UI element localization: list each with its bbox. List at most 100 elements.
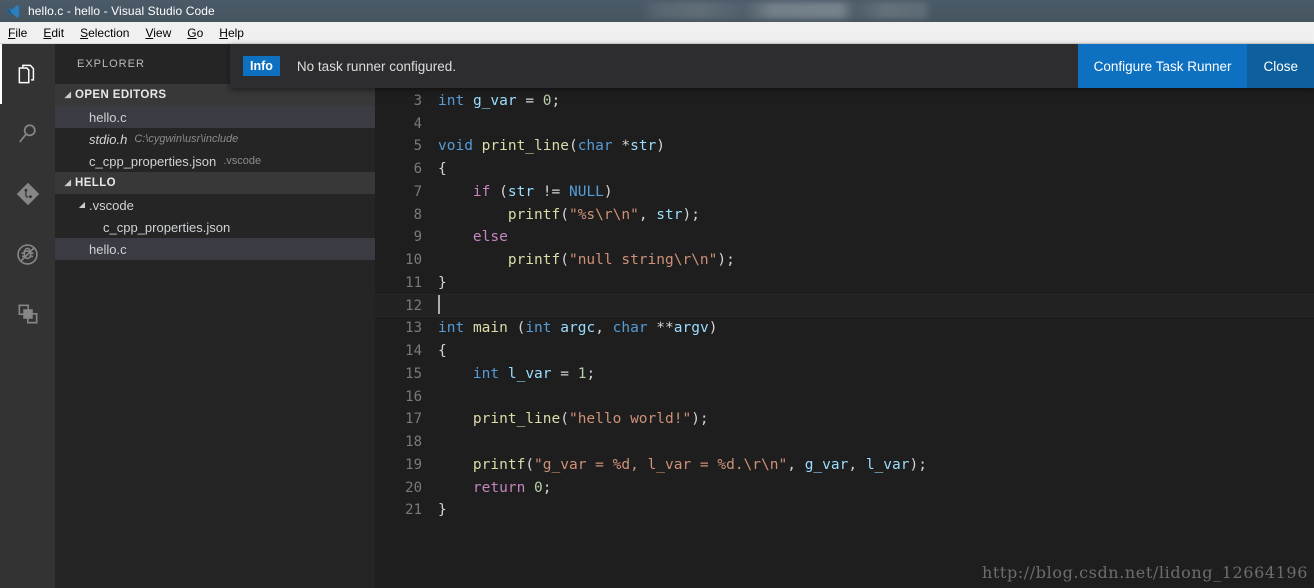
close-button[interactable]: Close xyxy=(1247,44,1314,88)
tree-row-label: c_cpp_properties.json xyxy=(89,153,217,169)
tree-row[interactable]: hello.c xyxy=(55,106,375,128)
line-number: 19 xyxy=(405,456,422,473)
line-number: 17 xyxy=(405,411,422,428)
line-number: 18 xyxy=(405,434,422,451)
tree-row[interactable]: ◢ .vscode xyxy=(55,194,375,216)
code-token: ); xyxy=(909,456,927,473)
code-line: 5 void print_line(char *str) xyxy=(375,135,1314,158)
activity-item-explorer[interactable] xyxy=(0,44,55,104)
line-number: 10 xyxy=(405,252,422,269)
line-number: 14 xyxy=(405,343,422,360)
menu-item-selection[interactable]: Selection xyxy=(72,24,137,42)
activity-item-debug[interactable] xyxy=(0,224,55,284)
line-content: if (str != NULL) xyxy=(438,184,613,200)
code-editor[interactable]: 1#include <stdio.h>23int g_var = 0;45voi… xyxy=(375,44,1314,588)
code-token: , xyxy=(848,456,866,473)
line-number: 21 xyxy=(405,502,422,519)
code-token: ; xyxy=(586,365,596,382)
code-token: { xyxy=(438,343,447,360)
code-token: , xyxy=(595,320,613,337)
tree-row-description: C:\cygwin\usr\include xyxy=(134,133,239,145)
activity-item-extensions[interactable] xyxy=(0,284,55,344)
line-content: printf("g_var = %d, l_var = %d.\r\n", g_… xyxy=(438,457,927,473)
section-label: OPEN EDITORS xyxy=(75,89,167,101)
code-token: int xyxy=(525,320,552,337)
line-content: int g_var = 0; xyxy=(438,93,560,109)
tree-row[interactable]: hello.c xyxy=(55,238,375,260)
code-token: argc xyxy=(560,320,596,337)
code-token: != xyxy=(534,183,569,200)
code-token: ( xyxy=(560,252,569,269)
code-token: { xyxy=(438,161,447,178)
code-token: ) xyxy=(603,183,613,200)
code-token: 0 xyxy=(542,92,552,109)
extensions-icon xyxy=(15,301,41,327)
code-line: 10 printf("null string\r\n"); xyxy=(375,249,1314,272)
code-line: 19 printf("g_var = %d, l_var = %d.\r\n",… xyxy=(375,454,1314,477)
line-content: void print_line(char *str) xyxy=(438,138,665,154)
tree-row-description: .vscode xyxy=(223,155,262,167)
code-token: "hello world!" xyxy=(568,411,692,428)
code-line: 12 xyxy=(375,294,1314,317)
menu-item-help[interactable]: Help xyxy=(211,24,252,42)
code-line: 3 int g_var = 0; xyxy=(375,90,1314,113)
titlebar-blurred-region xyxy=(640,2,930,19)
code-token: argv xyxy=(673,320,709,337)
line-content: print_line("hello world!"); xyxy=(438,411,709,427)
activity-bar xyxy=(0,44,55,588)
code-token: ( xyxy=(525,456,535,473)
code-token: "g_var = %d, l_var = %d.\r\n" xyxy=(534,456,788,473)
explorer-sidebar: EXPLORER ◢ OPEN EDITORS hello.c stdio.h C:\c… xyxy=(55,44,375,588)
tree-row[interactable]: stdio.h C:\cygwin\usr\include xyxy=(55,128,375,150)
tree-row-label: .vscode xyxy=(89,197,134,213)
line-number: 13 xyxy=(405,320,422,337)
vscode-logo-icon xyxy=(2,0,24,22)
code-token: ) xyxy=(708,320,718,337)
line-content: int main (int argc, char **argv) xyxy=(438,320,717,336)
activity-item-source-control[interactable] xyxy=(0,164,55,224)
code-token: if xyxy=(472,183,491,200)
code-token: "null string\r\n" xyxy=(568,252,718,269)
menu-item-go[interactable]: Go xyxy=(179,24,211,42)
line-number: 7 xyxy=(413,183,422,200)
code-line: 6{ xyxy=(375,158,1314,181)
code-token: ( xyxy=(560,206,569,223)
tree-row[interactable]: c_cpp_properties.json .vscode xyxy=(55,150,375,172)
section-header-hello[interactable]: ◢ HELLO xyxy=(55,172,375,194)
line-number: 11 xyxy=(405,274,422,291)
line-content: { xyxy=(438,343,447,359)
code-line: 20 return 0; xyxy=(375,476,1314,499)
line-content: { xyxy=(438,161,447,177)
line-content: else xyxy=(438,229,508,245)
code-token: ) xyxy=(656,138,666,155)
chevron-down-icon: ◢ xyxy=(78,199,86,209)
code-token: g_var xyxy=(472,92,517,109)
menu-item-edit[interactable]: Edit xyxy=(35,24,72,42)
code-token: ); xyxy=(717,252,735,269)
line-number: 6 xyxy=(413,161,422,178)
code-token: g_var xyxy=(804,456,849,473)
explorer-tree: ◢ OPEN EDITORS hello.c stdio.h C:\cygwin\usr… xyxy=(55,84,375,260)
vscode-window: hello.c - hello - Visual Studio Code Fil… xyxy=(0,0,1314,588)
activity-item-search[interactable] xyxy=(0,104,55,164)
line-number: 12 xyxy=(405,297,422,314)
line-number: 16 xyxy=(405,388,422,405)
menu-item-view[interactable]: View xyxy=(137,24,179,42)
code-token: l_var xyxy=(865,456,910,473)
code-token: str xyxy=(630,138,657,155)
configure-task-runner-button[interactable]: Configure Task Runner xyxy=(1077,44,1248,88)
code-token: ( xyxy=(490,183,508,200)
code-token: = xyxy=(516,92,543,109)
menu-item-file[interactable]: File xyxy=(0,24,35,42)
code-token: ** xyxy=(647,320,674,337)
notification-message: No task runner configured. xyxy=(296,58,457,74)
code-token: str xyxy=(656,206,683,223)
tree-row[interactable]: c_cpp_properties.json xyxy=(55,216,375,238)
code-token: ( xyxy=(560,411,569,428)
line-content: return 0; xyxy=(438,480,552,496)
